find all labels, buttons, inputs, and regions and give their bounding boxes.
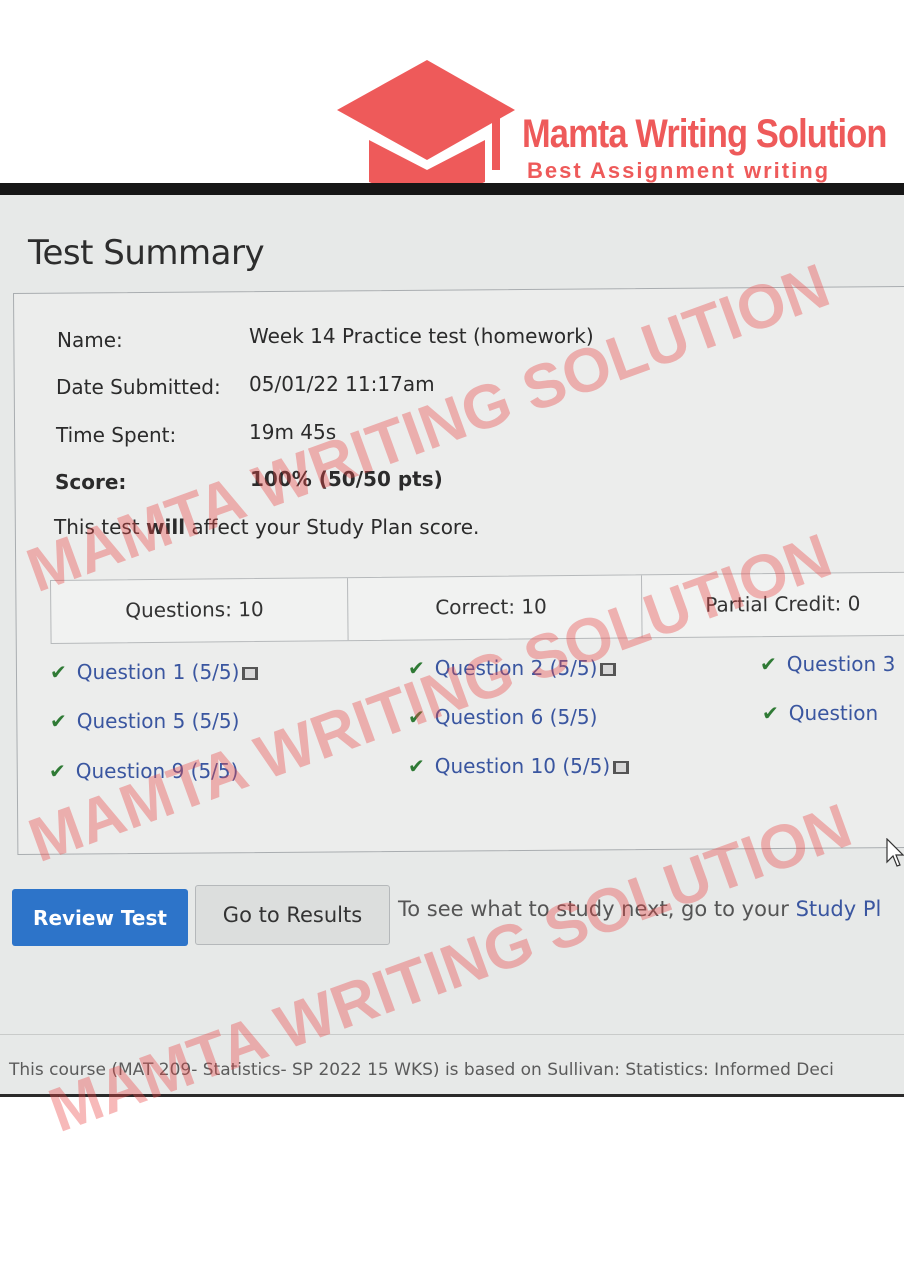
score-value: 100% (50/50 pts) [250,467,443,491]
film-icon[interactable] [600,663,617,676]
correct-count: Correct: 10 [435,594,547,620]
screen-edge [0,1094,904,1097]
question-link-6[interactable]: ✔ Question 6 (5/5) [408,705,597,729]
questions-count: Questions: 10 [125,596,264,623]
time-label: Time Spent: [56,423,177,447]
film-icon[interactable] [613,761,630,774]
checkmark-icon: ✔ [50,709,67,733]
date-value: 05/01/22 11:17am [249,372,435,396]
screen-bezel [0,183,904,195]
question-link-9[interactable]: ✔ Question 9 (5/5) [49,759,238,783]
study-plan-link[interactable]: Study Pl [796,897,882,921]
checkmark-icon: ✔ [760,652,777,676]
course-footer: This course (MAT 209- Statistics- SP 202… [9,1060,834,1080]
question-link-1[interactable]: ✔ Question 1 (5/5) [50,660,259,684]
emphasis-will: will [146,515,186,539]
name-label: Name: [57,328,123,352]
time-value: 19m 45s [249,420,337,444]
study-plan-note: This test will affect your Study Plan sc… [54,515,480,539]
brand-title: Mamta Writing Solution [522,112,887,156]
mouse-pointer-icon [886,838,904,867]
checkmark-icon: ✔ [408,656,425,680]
go-to-results-button[interactable]: Go to Results [195,885,390,945]
study-plan-hint: To see what to study next, go to your St… [398,897,882,921]
name-value: Week 14 Practice test (homework) [249,324,594,348]
footer-divider [0,1034,904,1035]
brand-subtitle: Best Assignment writing [527,158,831,183]
question-link-5[interactable]: ✔ Question 5 (5/5) [50,709,239,733]
review-test-button[interactable]: Review Test [12,889,188,946]
film-icon[interactable] [242,667,259,680]
date-label: Date Submitted: [56,375,221,399]
question-link-2[interactable]: ✔ Question 2 (5/5) [408,656,617,680]
partial-credit: Partial Credit: 0 [705,591,861,617]
checkmark-icon: ✔ [408,705,425,729]
question-link-10[interactable]: ✔ Question 10 (5/5) [408,754,630,778]
question-link-7[interactable]: ✔ Question [762,701,878,725]
checkmark-icon: ✔ [50,660,67,684]
score-label: Score: [55,470,127,494]
checkmark-icon: ✔ [762,701,779,725]
divider [640,575,643,638]
question-link-3[interactable]: ✔ Question 3 [760,652,895,676]
checkmark-icon: ✔ [49,759,66,783]
page-title: Test Summary [28,233,265,273]
divider [346,578,349,641]
stats-bar: Questions: 10 Correct: 10 Partial Credit… [50,571,904,644]
checkmark-icon: ✔ [408,754,425,778]
